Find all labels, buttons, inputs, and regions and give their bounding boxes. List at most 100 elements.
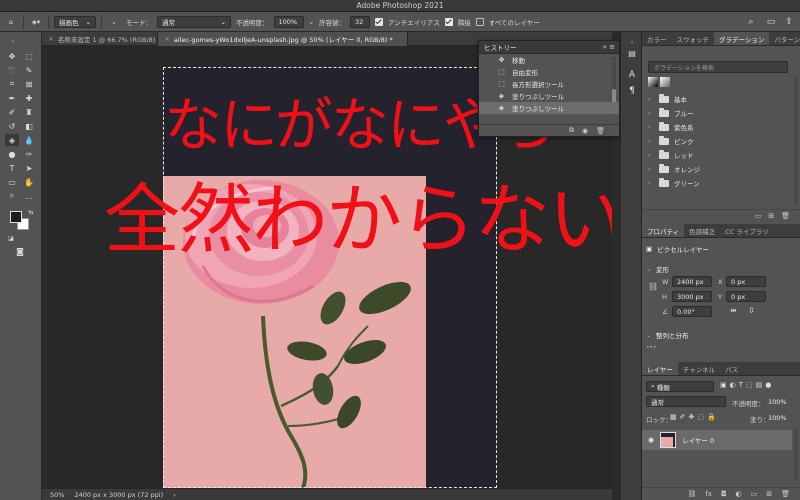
blur-tool-icon[interactable]: 💧 [22,134,36,146]
tolerance-field[interactable]: 32 [349,15,370,28]
new-gradient-icon[interactable]: ⊞ [768,212,774,220]
zoom-tool-icon[interactable]: ⌕ [5,190,19,202]
link-icon[interactable]: ⛓ [648,282,658,291]
antialias-checkbox[interactable] [374,17,383,26]
panel-menu-icon[interactable]: » ≡ [603,43,615,51]
trash-icon[interactable]: 🗑 [781,490,790,498]
height-field[interactable]: 3000 px [672,291,712,302]
fill-value[interactable]: 100% [768,414,787,422]
close-icon[interactable]: × [164,35,170,43]
share-icon[interactable]: ⇪ [783,16,795,28]
flip-horizontal-icon[interactable]: ⇹ [730,306,737,315]
trash-icon[interactable]: 🗑 [781,212,790,220]
gradient-swatch[interactable] [660,77,670,87]
brush-tool-icon[interactable]: ✐ [5,106,19,118]
zoom-level[interactable]: 50% [50,491,64,499]
more-tools-icon[interactable]: … [22,190,36,202]
swap-colors-icon[interactable]: ⇆ [24,206,38,218]
home-button[interactable]: ⌂ [4,15,18,28]
tab-patterns[interactable]: パターン [769,32,800,45]
gradient-search-input[interactable]: グラデーションを検索 [648,61,788,73]
history-panel-title[interactable]: ヒストリー [484,42,517,52]
all-layers-checkbox[interactable] [475,17,484,26]
gradient-swatch[interactable] [648,77,658,87]
layer-blend-mode-select[interactable]: 通常 [646,396,726,407]
close-icon[interactable]: × [48,35,54,43]
angle-field[interactable]: 0.00° [672,306,712,317]
character-icon[interactable]: A [625,68,639,82]
pen-tool-icon[interactable]: ✑ [22,148,36,160]
transform-heading[interactable]: ⌄ 変形 [646,264,669,275]
more-icon[interactable]: ••• [646,344,657,351]
tab-document-1[interactable]: × 名称未設定 1 @ 66.7% (RGB/8) [42,32,158,46]
paint-bucket-tool-icon[interactable]: ◈ [5,134,19,146]
tab-document-2[interactable]: × allec-gomes-yWo1dxIljeA-unsplash.jpg @… [158,32,408,46]
blend-mode-select[interactable]: 通常 ⌄ [157,15,231,28]
fill-source-select[interactable]: 描画色 ⌄ [54,15,96,28]
dodge-tool-icon[interactable]: ● [5,148,19,160]
rectangle-tool-icon[interactable]: ▭ [5,176,19,188]
mask-icon[interactable]: ◘ [721,490,727,498]
link-layers-icon[interactable]: ⛓ [687,490,696,498]
tab-channels[interactable]: チャンネル [678,362,720,375]
artboard-tool-icon[interactable]: ⬚ [22,50,36,62]
width-field[interactable]: 2400 px [672,276,712,287]
history-item[interactable]: ✥ 移動 [479,54,619,66]
align-heading[interactable]: ⌄ 整列と分布 [646,330,689,341]
tab-properties[interactable]: プロパティ [642,224,685,237]
workspace-icon[interactable]: ▭ [765,16,777,28]
eye-icon[interactable]: ◉ [648,436,654,444]
tab-swatches[interactable]: スウォッチ [672,32,715,45]
history-icon[interactable]: ▤ [625,46,639,60]
folder-icon[interactable]: ▭ [755,212,762,220]
hand-tool-icon[interactable]: ✋ [22,176,36,188]
flip-vertical-icon[interactable]: ⇳ [748,306,755,315]
layer-filter-select[interactable]: ⌕ 種類 [646,381,714,392]
paragraph-icon[interactable]: ¶ [625,84,639,98]
lasso-tool-icon[interactable]: ➰ [5,64,19,76]
foreground-color-swatch[interactable] [10,211,22,223]
eyedropper-tool-icon[interactable]: ✒ [5,92,19,104]
new-layer-icon[interactable]: ⊞ [766,490,772,498]
tab-libraries[interactable]: CC ライブラリ [720,224,774,237]
stamp-tool-icon[interactable]: ♜ [22,106,36,118]
healing-brush-tool-icon[interactable]: ✚ [22,92,36,104]
gradient-folder[interactable]: › 基本 [642,92,800,106]
tab-paths[interactable]: パス [720,362,743,375]
new-document-icon[interactable]: ⧉ [569,126,574,135]
frame-tool-icon[interactable]: ⊠ [22,78,36,90]
collapse-icon[interactable]: » [6,36,20,48]
gradient-folder[interactable]: › ブルー [642,106,800,120]
camera-icon[interactable]: ◉ [582,127,588,135]
adjustment-layer-icon[interactable]: ◐ [736,490,742,498]
gradient-folder[interactable]: › 紫色系 [642,120,800,134]
history-item[interactable]: ⬚ 長方形選択ツール [479,78,619,90]
trash-icon[interactable]: 🗑 [596,127,605,135]
pattern-picker[interactable]: ⌄ [107,15,121,28]
gradient-folder[interactable]: › レッド [642,148,800,162]
layer-opacity-value[interactable]: 100% [768,398,787,406]
history-brush-tool-icon[interactable]: ↺ [5,120,19,132]
gradient-folder[interactable]: › ピンク [642,134,800,148]
path-selection-tool-icon[interactable]: ➤ [22,162,36,174]
eraser-tool-icon[interactable]: ◧ [22,120,36,132]
tab-color[interactable]: カラー [642,32,672,45]
quick-mask-icon[interactable]: ◙ [13,245,27,257]
history-item[interactable]: ◈ 塗りつぶしツール [479,90,619,102]
x-field[interactable]: 0 px [726,276,766,287]
contiguous-checkbox[interactable] [444,17,453,26]
gradient-scrollbar[interactable] [794,76,798,206]
chevron-down-icon[interactable]: ⌄ [309,18,314,26]
opacity-field[interactable]: 100% [273,15,304,28]
chevron-right-icon[interactable]: › [173,491,176,499]
gradient-folder[interactable]: › オレンジ [642,162,800,176]
y-field[interactable]: 0 px [726,291,766,302]
folder-icon[interactable]: ▭ [751,490,758,498]
type-tool-icon[interactable]: T [5,162,19,174]
layers-scrollbar[interactable] [794,428,798,480]
layer-row[interactable]: ◉ レイヤー 0 [642,430,792,450]
tab-layers[interactable]: レイヤー [642,362,678,375]
tab-adjustments[interactable]: 色調補正 [684,224,720,237]
gradient-folder[interactable]: › グリーン [642,176,800,190]
lock-icons[interactable]: ▦✐✥⬚🔒 [670,413,719,421]
